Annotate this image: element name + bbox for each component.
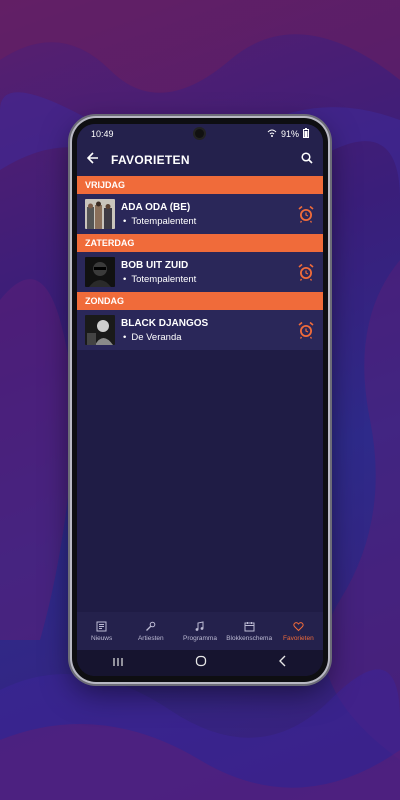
- nav-label: Favorieten: [282, 634, 314, 642]
- bullet: •: [123, 273, 127, 285]
- front-camera: [195, 129, 204, 138]
- back-icon[interactable]: [278, 654, 288, 672]
- wifi-icon: [267, 129, 277, 139]
- nav-label: Nieuws: [90, 634, 113, 642]
- nav-artiesten[interactable]: Artiesten: [127, 621, 175, 642]
- bullet: •: [123, 215, 127, 227]
- status-time: 10:49: [91, 129, 114, 139]
- artist-photo: [85, 315, 115, 345]
- favorite-info: BLACK DJANGOS • De Veranda: [121, 318, 297, 343]
- day-header-vrijdag: VRIJDAG: [77, 176, 323, 194]
- favorite-item[interactable]: ADA ODA (BE) • Totempalentent: [77, 194, 323, 234]
- nav-label: Programma: [182, 634, 217, 642]
- stage-name: Totempalentent: [131, 215, 197, 227]
- search-icon[interactable]: [301, 151, 313, 169]
- artist-name: BLACK DJANGOS: [121, 317, 209, 329]
- alarm-clock-icon[interactable]: [297, 205, 315, 223]
- bullet: •: [123, 331, 127, 343]
- battery-level: 91%: [280, 129, 299, 139]
- nav-nieuws[interactable]: Nieuws: [78, 621, 126, 642]
- nav-favorieten[interactable]: Favorieten: [274, 621, 322, 642]
- artist-name: ADA ODA (BE): [121, 201, 191, 213]
- stage-name: De Veranda: [131, 331, 182, 343]
- nav-label: Blokkenschema: [226, 634, 273, 642]
- stage-line: • Totempalentent: [121, 216, 297, 227]
- battery-icon: [303, 128, 309, 140]
- music-note-icon: [196, 620, 204, 631]
- news-icon: [96, 621, 107, 631]
- favorite-info: ADA ODA (BE) • Totempalentent: [121, 202, 297, 227]
- favorite-item[interactable]: BLACK DJANGOS • De Veranda: [77, 310, 323, 350]
- stage-name: Totempalentent: [131, 273, 197, 285]
- stage-line: • De Veranda: [121, 332, 297, 343]
- app-screen: 10:49 91% FAVORIETEN VRIJDAG ADA ODA (BE…: [77, 124, 323, 676]
- app-bar: FAVORIETEN: [77, 144, 323, 176]
- status-icons: 91%: [267, 128, 309, 140]
- calendar-icon: [244, 621, 255, 631]
- day-header-zondag: ZONDAG: [77, 292, 323, 310]
- stage-line: • Totempalentent: [121, 274, 297, 285]
- favorite-item[interactable]: BOB UIT ZUID • Totempalentent: [77, 252, 323, 292]
- recent-apps-icon[interactable]: [112, 654, 124, 672]
- artist-photo: [85, 257, 115, 287]
- page-title: FAVORIETEN: [111, 153, 190, 167]
- alarm-clock-icon[interactable]: [297, 321, 315, 339]
- microphone-icon: [146, 621, 156, 631]
- artist-photo: [85, 199, 115, 229]
- nav-blokkenschema[interactable]: Blokkenschema: [225, 621, 273, 642]
- home-icon[interactable]: [195, 654, 207, 672]
- heart-icon: [293, 621, 304, 631]
- day-header-zaterdag: ZATERDAG: [77, 234, 323, 252]
- phone-frame: 10:49 91% FAVORIETEN VRIJDAG ADA ODA (BE…: [72, 118, 328, 682]
- artist-name: BOB UIT ZUID: [121, 259, 189, 271]
- back-arrow-icon[interactable]: [86, 151, 99, 169]
- nav-label: Artiesten: [137, 634, 164, 642]
- bottom-navigation: Nieuws Artiesten Programma Blokkenschema…: [77, 612, 323, 650]
- alarm-clock-icon[interactable]: [297, 263, 315, 281]
- favorite-info: BOB UIT ZUID • Totempalentent: [121, 260, 297, 285]
- system-navigation-bar: [77, 650, 323, 676]
- nav-programma[interactable]: Programma: [176, 620, 224, 642]
